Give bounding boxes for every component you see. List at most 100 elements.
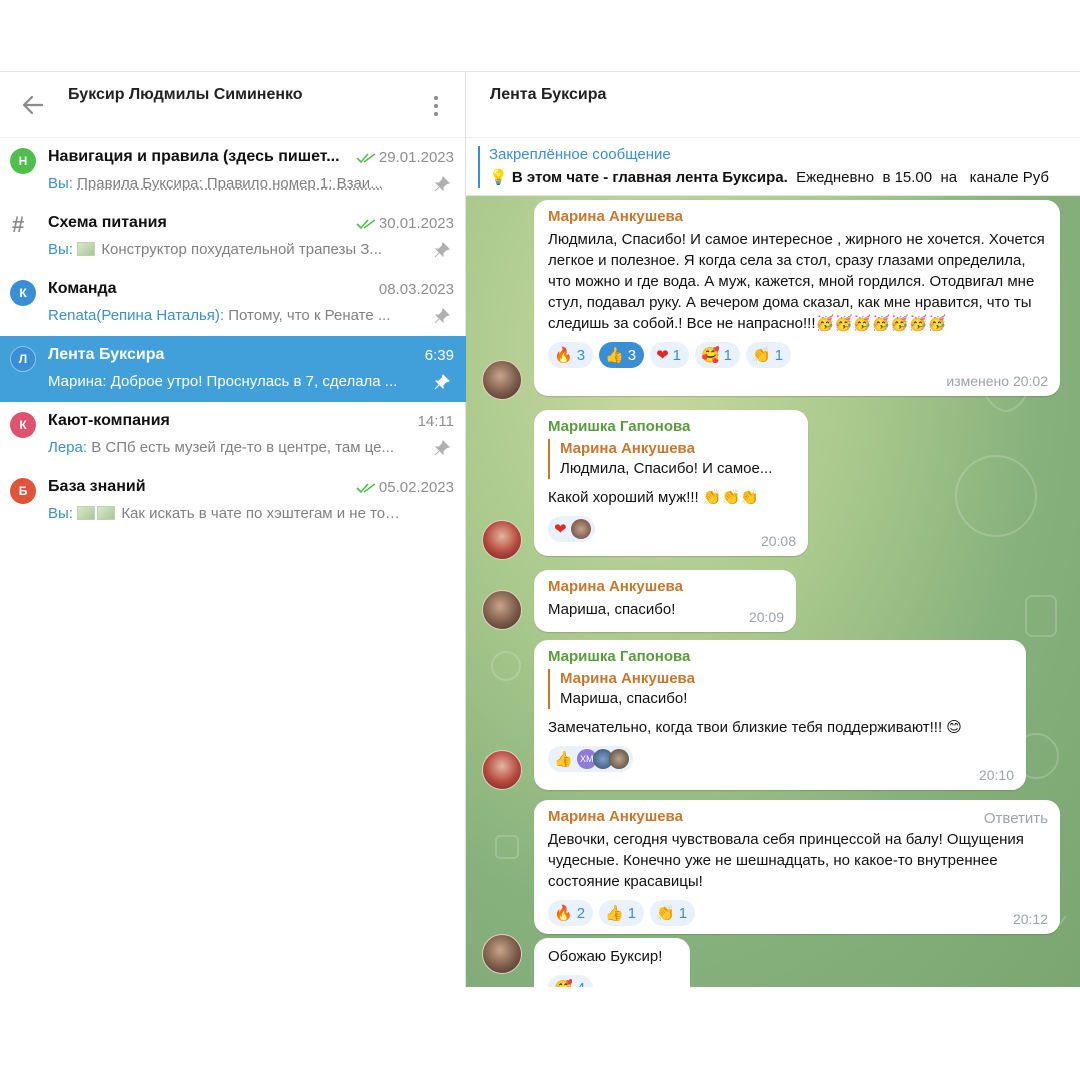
reaction-count: 2 [576,904,586,922]
chat-item-navigation[interactable]: Н Навигация и правила (здесь пишет... 29… [0,138,466,204]
chat-name: Команда [48,280,117,297]
chat-date-text: 6:39 [424,347,454,364]
back-arrow-icon[interactable] [20,92,46,118]
message-text: Какой хороший муж!!! 👏👏👏 [548,489,759,506]
message-bubble[interactable]: Маришка Гапонова Марина Анкушева Людмила… [534,410,808,556]
chat-preview: Вы: Как искать в чате по хэштегам и не т… [48,505,408,522]
message-sender[interactable]: Маришка Гапонова [548,648,1012,665]
chat-avatar: Н [10,148,36,174]
group-title: Буксир Людмилы Симиненко [68,86,303,103]
message-sender[interactable]: Маришка Гапонова [548,418,794,435]
chat-date: 14:11 [418,413,454,430]
chat-item-nutrition[interactable]: # Схема питания 30.01.2023 Вы: Конструкт… [0,204,466,270]
message-bubble[interactable]: Обожаю Буксир! 🥰4 [534,938,690,987]
reaction-count: 3 [627,346,637,364]
double-check-icon [356,218,376,229]
chat-date: 6:39 [425,347,454,364]
reactor-avatar [570,519,591,539]
sender-avatar[interactable] [482,934,522,974]
double-check-icon [356,482,376,493]
reactions-row: 🔥 2 👍 1 👏 1 [548,900,1046,926]
thumbs-up-icon: 👍 [605,346,624,364]
chat-preview: Лера: В СПб есть музей где-то в центре, … [48,439,408,456]
chat-item-team[interactable]: К Команда 08.03.2023 Renata(Репина Натал… [0,270,466,336]
reaction-thumbs-up[interactable]: 👍 ХМ [548,746,633,772]
reactor-avatar [608,749,629,769]
fire-icon: 🔥 [554,346,573,364]
chat-preview-sender: Лера: [48,439,88,456]
reply-quote[interactable]: Марина Анкушева Мариша, спасибо! [548,669,1012,709]
message-time: 20:10 [978,767,1014,783]
reply-text: Мариша, спасибо! [560,690,688,707]
chat-preview-sender: Вы: [48,505,73,522]
message-sender[interactable]: Марина Анкушева [548,208,1046,225]
reactions-row: 🔥 3 👍 3 ❤ 1 🥰 1 👏 1 [548,342,1046,368]
clap-icon: 👏 [752,346,771,364]
message-area[interactable]: Марина Анкушева Людмила, Спасибо! И само… [466,196,1080,987]
message-bubble[interactable]: Марина Анкушева Людмила, Спасибо! И само… [534,200,1060,396]
pin-icon [434,308,450,324]
sender-avatar[interactable] [482,520,522,560]
chat-avatar: Б [10,478,36,504]
lightbulb-icon: 💡 [489,168,508,186]
pinned-message-bar[interactable]: Закреплённое сообщение 💡 В этом чате - г… [466,138,1080,196]
message-time: 20:08 [760,533,796,549]
chat-item-knowledge[interactable]: Б База знаний 05.02.2023 Вы: Как искать … [0,468,466,534]
message-time: изменено 20:02 [946,373,1048,389]
sender-avatar[interactable] [482,590,522,630]
message-text: Обожаю Буксир! [548,948,663,965]
message-bubble[interactable]: Маришка Гапонова Марина Анкушева Мариша,… [534,640,1026,790]
reaction-clap[interactable]: 👏 1 [746,342,792,368]
pinned-rest-text: Ежедневно в 15.00 на канале Руб [787,169,1049,186]
pin-icon [434,374,450,390]
chat-preview: Вы: Правила Буксира: Правило номер 1: Вз… [48,175,408,192]
reaction-thumbs-up[interactable]: 👍 1 [599,900,645,926]
message-sender[interactable]: Марина Анкушева [548,578,782,595]
thumbs-up-icon: 👍 [605,904,624,922]
pin-icon [434,242,450,258]
chat-name: Навигация и правила (здесь пишет... [48,148,340,165]
reactions-row: 🥰4 [548,975,676,987]
chat-date-text: 14:11 [417,413,454,430]
chat-date-text: 05.02.2023 [378,479,454,496]
sender-avatar[interactable] [482,750,522,790]
message-sender[interactable]: Марина Анкушева [548,808,1046,825]
pin-icon [434,176,450,192]
chat-list: Н Навигация и правила (здесь пишет... 29… [0,138,466,534]
image-thumb-icon [77,242,96,256]
reaction-heart[interactable]: ❤ [548,516,595,542]
reaction-heart[interactable]: ❤ 1 [650,342,689,368]
reaction-smiling-hearts[interactable]: 🥰 1 [694,342,741,368]
chat-avatar: К [10,280,36,306]
reply-button[interactable]: Ответить [984,810,1048,827]
reply-text: Людмила, Спасибо! И самое... [560,460,773,477]
chat-view: Лента Буксира Закреплённое сообщение 💡 В… [466,72,1080,987]
chat-name: Схема питания [48,214,167,231]
reaction-smiling-hearts[interactable]: 🥰4 [548,975,594,987]
reply-sender: Марина Анкушева [560,670,695,687]
reaction-fire[interactable]: 🔥 3 [548,342,594,368]
reaction-count: 3 [576,346,586,364]
chat-item-feed[interactable]: Л Лента Буксира 6:39 Марина: Доброе утро… [0,336,466,402]
reactions-row: 👍 ХМ [548,746,1012,772]
message-bubble[interactable]: Марина Анкушева Мариша, спасибо! 20:09 [534,570,796,632]
reaction-thumbs-up[interactable]: 👍 3 [599,342,645,368]
chat-date-text: 29.01.2023 [378,149,454,166]
reply-quote[interactable]: Марина Анкушева Людмила, Спасибо! И само… [548,439,794,479]
chat-preview-sender: Вы: [48,241,73,258]
more-vert-icon[interactable] [428,94,444,118]
chat-preview: Марина: Доброе утро! Проснулась в 7, сде… [48,373,408,390]
message-bubble[interactable]: Марина Анкушева Ответить Девочки, сегодн… [534,800,1060,934]
reactions-row: ❤ [548,516,794,542]
message-text: Мариша, спасибо! [548,601,676,618]
chat-name: Кают-компания [48,412,170,429]
chat-date: 05.02.2023 [356,479,454,496]
reaction-count: 1 [627,904,637,922]
reply-sender: Марина Анкушева [560,440,695,457]
sender-avatar[interactable] [482,360,522,400]
reaction-fire[interactable]: 🔥 2 [548,900,594,926]
chat-preview-text: Марина: Доброе утро! Проснулась в 7, сде… [48,373,398,390]
smiling-hearts-icon: 🥰 [700,346,720,364]
reaction-clap[interactable]: 👏 1 [650,900,696,926]
chat-item-wardroom[interactable]: К Кают-компания 14:11 Лера: В СПб есть м… [0,402,466,468]
